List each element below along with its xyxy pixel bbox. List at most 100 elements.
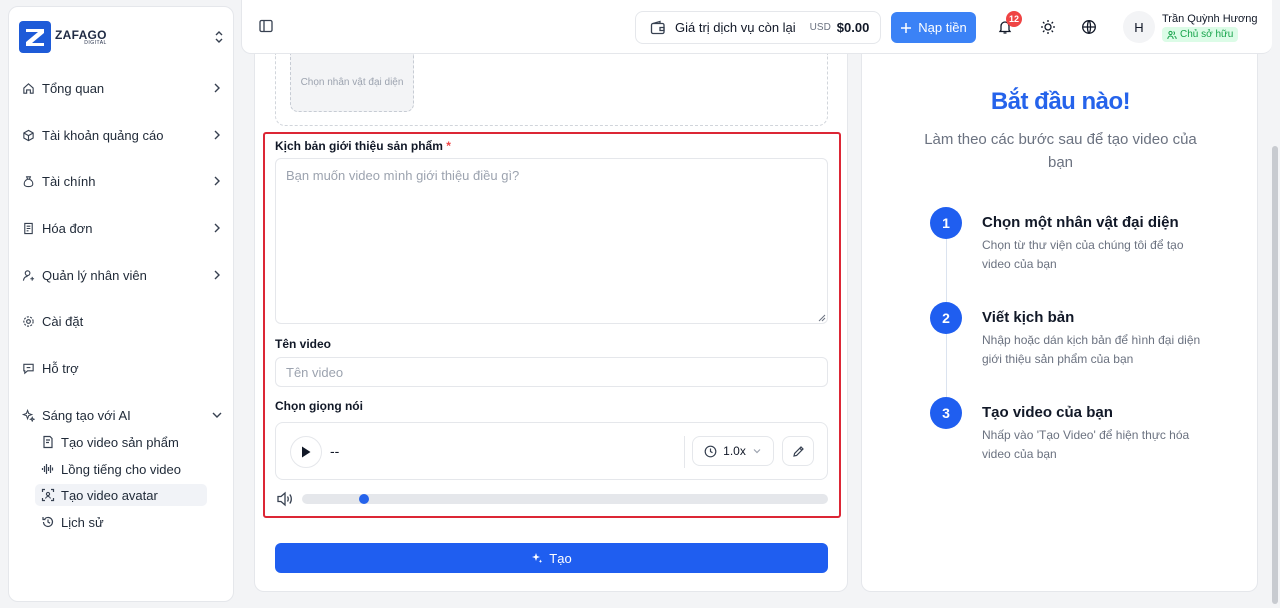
sidebar-item-label: Tài khoản quảng cáo (42, 127, 164, 143)
face-scan-icon (41, 488, 55, 502)
sidebar-item-label: Quản lý nhân viên (42, 267, 147, 283)
sidebar-item-support[interactable]: Hỗ trợ (21, 353, 223, 383)
sidebar-subitem-avatar-video[interactable]: Tạo video avatar (35, 484, 207, 506)
user-icon (21, 268, 35, 282)
voice-selector: -- 1.0x (275, 422, 828, 480)
wallet-icon (650, 20, 665, 34)
video-name-input[interactable] (275, 357, 828, 387)
sidebar-subitem-voiceover[interactable]: Lồng tiếng cho video (35, 458, 207, 480)
step-description: Chọn từ thư viện của chúng tôi để tạo vi… (982, 238, 1184, 271)
step-title: Tạo video của bạn (982, 404, 1113, 421)
speed-select[interactable]: 1.0x (692, 436, 774, 466)
sidebar-subitem-product-video[interactable]: Tạo video sản phẩm (35, 431, 207, 453)
role-label: Chủ sở hữu (1180, 29, 1234, 40)
play-icon (302, 446, 311, 458)
volume-icon[interactable] (276, 491, 294, 507)
play-button[interactable] (290, 436, 322, 468)
top-header: Giá trị dịch vụ còn lại USD $0.00 Nạp ti… (241, 0, 1272, 54)
home-icon (21, 81, 35, 95)
step-number: 1 (930, 207, 962, 239)
sidebar-item-label: Sáng tạo với AI (42, 407, 131, 423)
voice-name: -- (330, 443, 340, 459)
getting-started-panel: Bắt đầu nào! Làm theo các bước sau để tạ… (861, 54, 1258, 592)
globe-icon[interactable] (1081, 19, 1097, 35)
step-title: Viết kịch bản (982, 309, 1075, 326)
workspace-switcher[interactable]: ZAFAGO DIGITAL (19, 19, 225, 55)
document-edit-icon (41, 435, 55, 449)
user-name: Trần Quỳnh Hương (1162, 13, 1258, 25)
sidebar-subitem-label: Tạo video avatar (61, 487, 158, 503)
chevron-right-icon (214, 270, 220, 280)
volume-slider-thumb[interactable] (358, 494, 369, 504)
topup-button[interactable]: Nạp tiền (891, 12, 976, 43)
volume-slider[interactable] (302, 494, 828, 504)
script-textarea[interactable] (275, 158, 828, 324)
required-marker: * (446, 139, 451, 153)
video-name-label: Tên video (275, 337, 332, 351)
voice-label: Chọn giọng nói (275, 399, 363, 413)
cube-icon (21, 128, 35, 142)
sidebar-item-overview[interactable]: Tổng quan (21, 73, 223, 103)
balance-label: Giá trị dịch vụ còn lại (675, 20, 796, 35)
guide-subtitle: Làm theo các bước sau để tạo video của b… (924, 131, 1197, 171)
step-number: 3 (930, 397, 962, 429)
gear-icon (21, 314, 35, 328)
users-icon (1167, 30, 1177, 39)
video-form-card: Chọn nhân vật đại diện Kịch bản giới thi… (254, 54, 848, 592)
balance-amount: $0.00 (836, 20, 870, 35)
sparkle-icon (21, 408, 35, 422)
sidebar-subitem-label: Tạo video sản phẩm (61, 434, 179, 450)
create-button[interactable]: Tạo (275, 543, 828, 573)
script-label-text: Kịch bản giới thiệu sản phẩm (275, 139, 443, 153)
page-scrollbar[interactable] (1272, 146, 1278, 604)
divider (684, 436, 685, 468)
sparkle-icon (532, 553, 543, 563)
notification-badge: 12 (1006, 11, 1022, 27)
receipt-icon (21, 221, 35, 235)
sidebar-subitem-history[interactable]: Lịch sử (35, 511, 207, 533)
script-label: Kịch bản giới thiệu sản phẩm * (275, 139, 451, 153)
brand-name: ZAFAGO (55, 27, 107, 42)
step-description: Nhập hoặc dán kịch bản để hình đại diện … (982, 333, 1201, 366)
step-title: Chọn một nhân vật đại diện (982, 214, 1179, 231)
sidebar-item-label: Tổng quan (42, 80, 105, 96)
money-bag-icon (21, 174, 35, 188)
sidebar-item-ad-accounts[interactable]: Tài khoản quảng cáo (21, 120, 223, 150)
chevron-right-icon (214, 223, 220, 233)
chevron-down-icon (753, 449, 761, 454)
chevron-right-icon (214, 83, 220, 93)
chevron-right-icon (214, 176, 220, 186)
sidebar-item-settings[interactable]: Cài đặt (21, 306, 223, 336)
sidebar-toggle-icon[interactable] (258, 18, 274, 34)
sidebar-item-label: Tài chính (42, 173, 96, 189)
speed-value: 1.0x (723, 444, 746, 458)
user-avatar[interactable]: H (1123, 11, 1155, 43)
sun-icon[interactable] (1040, 19, 1056, 35)
sidebar: ZAFAGO DIGITAL Tổng quan Tài khoản quảng… (8, 6, 234, 602)
sidebar-item-finance[interactable]: Tài chính (21, 166, 223, 196)
step-description: Nhấp vào 'Tạo Video' để hiện thực hóa vi… (982, 428, 1190, 461)
audio-wave-icon (41, 462, 55, 476)
sidebar-item-label: Hỗ trợ (42, 360, 79, 376)
topup-label: Nạp tiền (918, 20, 967, 35)
balance-display[interactable]: Giá trị dịch vụ còn lại USD $0.00 (635, 11, 881, 44)
sidebar-item-label: Cài đặt (42, 313, 84, 329)
role-badge: Chủ sở hữu (1162, 27, 1239, 42)
chevron-up-down-icon (215, 31, 223, 43)
sidebar-item-invoices[interactable]: Hóa đơn (21, 213, 223, 243)
currency-label: USD (809, 22, 831, 33)
brand-sub: DIGITAL (84, 39, 107, 46)
history-icon (41, 515, 55, 529)
sidebar-item-ai-create[interactable]: Sáng tạo với AI (21, 400, 223, 430)
resize-handle-icon[interactable] (818, 314, 826, 322)
chevron-right-icon (214, 130, 220, 140)
edit-voice-button[interactable] (782, 436, 814, 466)
sidebar-item-staff[interactable]: Quản lý nhân viên (21, 260, 223, 290)
logo: ZAFAGO DIGITAL (19, 21, 107, 53)
guide-title: Bắt đầu nào! (990, 88, 1131, 115)
chevron-down-icon (212, 412, 222, 418)
plus-icon (901, 22, 912, 33)
sidebar-subitem-label: Lịch sử (61, 514, 104, 530)
logo-mark-icon (19, 21, 51, 53)
avatar-select-slot[interactable]: Chọn nhân vật đại diện (290, 54, 414, 112)
